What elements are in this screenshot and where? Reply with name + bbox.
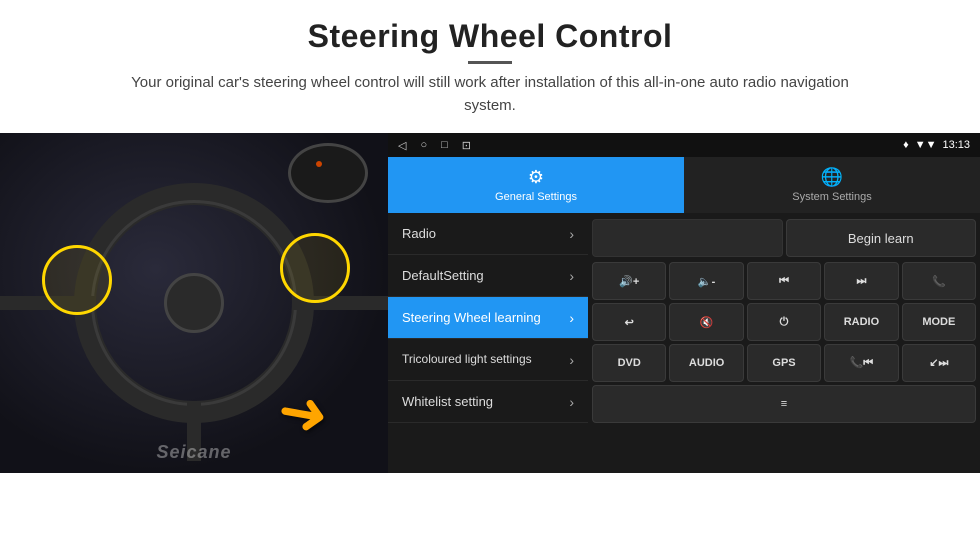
page-title: Steering Wheel Control bbox=[0, 18, 980, 55]
sw-center-hub bbox=[164, 273, 224, 333]
btn-next-track[interactable]: ⏭ bbox=[824, 262, 898, 300]
nav-back-icon[interactable]: ◁ bbox=[398, 139, 406, 152]
mode-label: MODE bbox=[922, 316, 955, 328]
btn-row-4: ≡ bbox=[592, 385, 976, 423]
menu-item-tricoloured[interactable]: Tricoloured light settings › bbox=[388, 339, 588, 381]
tab-general-settings[interactable]: ⚙ General Settings bbox=[388, 157, 684, 213]
btn-call-end[interactable]: ↩ bbox=[592, 303, 666, 341]
watermark: Seicane bbox=[156, 442, 231, 463]
chevron-tricoloured: › bbox=[569, 352, 574, 368]
menu-item-default[interactable]: DefaultSetting › bbox=[388, 255, 588, 297]
btn-vol-down[interactable]: 🔈- bbox=[669, 262, 743, 300]
chevron-steering: › bbox=[569, 310, 574, 326]
nav-square-icon[interactable]: □ bbox=[441, 139, 448, 151]
steering-image: ➜ Seicane bbox=[0, 133, 388, 473]
chevron-radio: › bbox=[569, 226, 574, 242]
status-bar: ◁ ○ □ ⊡ ♦ ▼▼ 13:13 bbox=[388, 133, 980, 157]
tab-system-settings[interactable]: 🌐 System Settings bbox=[684, 157, 980, 213]
begin-learn-button[interactable]: Begin learn bbox=[786, 219, 977, 257]
right-panel: Begin learn 🔊+ 🔈- ⏮ bbox=[588, 213, 980, 473]
btn-prev-track[interactable]: ⏮ bbox=[747, 262, 821, 300]
menu-item-radio[interactable]: Radio › bbox=[388, 213, 588, 255]
steering-wheel-outer bbox=[74, 183, 314, 423]
btn-row-3: DVD AUDIO GPS 📞⏮ ↙⏭ bbox=[592, 344, 976, 382]
btn-phone[interactable]: 📞 bbox=[902, 262, 976, 300]
btn-row-1: 🔊+ 🔈- ⏮ ⏭ 📞 bbox=[592, 262, 976, 300]
tel-next-icon: ↙⏭ bbox=[929, 356, 948, 370]
nav-dot-icon[interactable]: ⊡ bbox=[462, 139, 471, 152]
status-right: ♦ ▼▼ 13:13 bbox=[903, 139, 970, 151]
screen-body: Radio › DefaultSetting › Steering Wheel … bbox=[388, 213, 980, 473]
btn-power[interactable]: ⏻ bbox=[747, 303, 821, 341]
prev-track-icon: ⏮ bbox=[779, 275, 789, 288]
btn-row-2: ↩ 🔇 ⏻ RADIO MODE bbox=[592, 303, 976, 341]
btn-dvd[interactable]: DVD bbox=[592, 344, 666, 382]
phone-icon: 📞 bbox=[932, 275, 946, 288]
audio-label: AUDIO bbox=[689, 357, 724, 369]
btn-mute[interactable]: 🔇 bbox=[669, 303, 743, 341]
gps-label: GPS bbox=[772, 357, 795, 369]
dashboard-gauge bbox=[288, 143, 368, 203]
btn-radio[interactable]: RADIO bbox=[824, 303, 898, 341]
btn-vol-up[interactable]: 🔊+ bbox=[592, 262, 666, 300]
page-wrapper: Steering Wheel Control Your original car… bbox=[0, 0, 980, 546]
call-end-icon: ↩ bbox=[625, 316, 634, 329]
tab-system-label: System Settings bbox=[792, 191, 871, 203]
dvd-label: DVD bbox=[618, 357, 641, 369]
chevron-default: › bbox=[569, 268, 574, 284]
btn-audio[interactable]: AUDIO bbox=[669, 344, 743, 382]
system-settings-icon: 🌐 bbox=[821, 167, 843, 188]
general-settings-icon: ⚙ bbox=[528, 167, 544, 188]
btn-tel-prev[interactable]: 📞⏮ bbox=[824, 344, 898, 382]
tab-bar: ⚙ General Settings 🌐 System Settings bbox=[388, 157, 980, 213]
tel-prev-icon: 📞⏮ bbox=[850, 356, 874, 370]
menu-item-steering[interactable]: Steering Wheel learning › bbox=[388, 297, 588, 339]
menu-item-whitelist[interactable]: Whitelist setting › bbox=[388, 381, 588, 423]
wifi-icon: ▼▼ bbox=[915, 139, 937, 151]
empty-slot bbox=[592, 219, 783, 257]
title-divider bbox=[468, 61, 512, 64]
status-nav-icons: ◁ ○ □ ⊡ bbox=[398, 139, 471, 152]
btn-mode[interactable]: MODE bbox=[902, 303, 976, 341]
top-row: Begin learn bbox=[592, 217, 976, 259]
android-screen: ◁ ○ □ ⊡ ♦ ▼▼ 13:13 ⚙ General Settings bbox=[388, 133, 980, 473]
steering-bg: ➜ Seicane bbox=[0, 133, 388, 473]
btn-gps[interactable]: GPS bbox=[747, 344, 821, 382]
tab-general-label: General Settings bbox=[495, 191, 577, 203]
next-track-icon: ⏭ bbox=[856, 275, 866, 288]
arrow-indicator: ➜ bbox=[273, 379, 333, 447]
vol-down-icon: 🔈- bbox=[698, 275, 715, 288]
highlight-circle-right bbox=[280, 233, 350, 303]
btn-eq[interactable]: ≡ bbox=[592, 385, 976, 423]
header: Steering Wheel Control Your original car… bbox=[0, 0, 980, 125]
main-content: ➜ Seicane ◁ ○ □ ⊡ ♦ ▼▼ 13:13 bbox=[0, 133, 980, 546]
gps-icon: ♦ bbox=[903, 139, 909, 151]
highlight-circle-left bbox=[42, 245, 112, 315]
chevron-whitelist: › bbox=[569, 394, 574, 410]
left-menu: Radio › DefaultSetting › Steering Wheel … bbox=[388, 213, 588, 473]
eq-icon: ≡ bbox=[781, 398, 787, 410]
clock: 13:13 bbox=[942, 139, 970, 151]
subtitle: Your original car's steering wheel contr… bbox=[110, 72, 870, 117]
vol-up-icon: 🔊+ bbox=[619, 275, 639, 288]
radio-label: RADIO bbox=[844, 316, 879, 328]
mute-icon: 🔇 bbox=[700, 316, 714, 329]
nav-home-icon[interactable]: ○ bbox=[420, 139, 427, 151]
power-icon: ⏻ bbox=[780, 316, 789, 329]
btn-tel-next[interactable]: ↙⏭ bbox=[902, 344, 976, 382]
